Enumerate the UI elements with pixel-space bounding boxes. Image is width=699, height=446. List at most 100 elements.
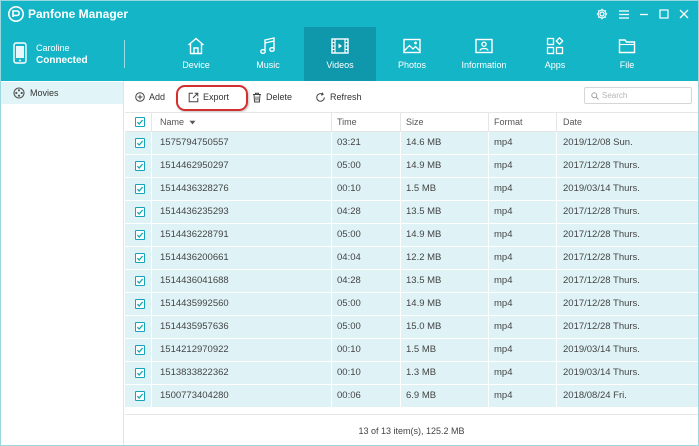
column-divider xyxy=(400,270,401,292)
tab-videos[interactable]: Videos xyxy=(304,27,376,81)
checkmark-icon xyxy=(136,278,144,284)
column-divider xyxy=(151,270,152,292)
table-row[interactable]: 1500773404280 00:06 6.9 MB mp4 2018/08/24 Fr… xyxy=(125,385,698,408)
table-row[interactable]: 1514436235293 04:28 13.5 MB mp4 2017/12/28 T… xyxy=(125,201,698,224)
checkmark-icon xyxy=(136,370,144,376)
refresh-icon xyxy=(316,91,325,102)
add-button-label: Add xyxy=(149,92,166,102)
row-checkbox[interactable] xyxy=(135,391,145,401)
cell-name: 1514462950297 xyxy=(160,160,229,171)
tab-label: Device xyxy=(182,60,210,70)
column-divider xyxy=(331,155,332,177)
row-checkbox[interactable] xyxy=(135,207,145,217)
column-divider xyxy=(331,385,332,407)
cell-size: 14.9 MB xyxy=(406,298,442,309)
row-checkbox[interactable] xyxy=(135,138,145,148)
checkmark-icon xyxy=(136,186,144,192)
header-divider xyxy=(124,40,125,68)
column-divider xyxy=(331,362,332,384)
device-info[interactable]: Caroline Connected xyxy=(1,27,124,81)
row-checkbox[interactable] xyxy=(135,253,145,263)
cell-time: 03:21 xyxy=(337,137,361,148)
phone-icon xyxy=(13,42,27,64)
tab-photos[interactable]: Photos xyxy=(376,27,448,81)
column-divider xyxy=(400,132,401,154)
maximize-button[interactable] xyxy=(655,5,673,23)
cell-format: mp4 xyxy=(494,229,513,240)
cell-time: 04:28 xyxy=(337,206,361,217)
sidebar-item-movies[interactable]: Movies xyxy=(1,82,123,104)
refresh-button-label: Refresh xyxy=(330,92,362,102)
cell-time: 04:28 xyxy=(337,275,361,286)
search-input[interactable] xyxy=(602,89,688,102)
tab-apps[interactable]: Apps xyxy=(519,27,591,81)
column-divider xyxy=(556,362,557,384)
cell-format: mp4 xyxy=(494,344,513,355)
table-row[interactable]: 1514435992560 05:00 14.9 MB mp4 2017/12/28 T… xyxy=(125,293,698,316)
item-count-summary: 13 of 13 item(s), 125.2 MB xyxy=(358,426,465,436)
table-row[interactable]: 1514462950297 05:00 14.9 MB mp4 2017/12/28 T… xyxy=(125,155,698,178)
table-row[interactable]: 1514435957636 05:00 15.0 MB mp4 2017/12/28 T… xyxy=(125,316,698,339)
table-row[interactable]: 1514436041688 04:28 13.5 MB mp4 2017/12/28 T… xyxy=(125,270,698,293)
tab-device[interactable]: Device xyxy=(160,27,232,81)
tab-file[interactable]: File xyxy=(591,27,663,81)
row-checkbox[interactable] xyxy=(135,345,145,355)
checkmark-icon xyxy=(136,255,144,261)
close-button[interactable] xyxy=(675,5,693,23)
row-checkbox[interactable] xyxy=(135,184,145,194)
gear-icon xyxy=(596,8,608,20)
cell-date: 2017/12/28 Thurs. xyxy=(563,298,640,309)
settings-button[interactable] xyxy=(593,5,611,23)
row-checkbox[interactable] xyxy=(135,368,145,378)
app-title: Panfone Manager xyxy=(28,7,129,21)
column-divider xyxy=(151,201,152,223)
sidebar: Movies xyxy=(1,81,124,445)
column-divider xyxy=(400,155,401,177)
maximize-icon xyxy=(659,9,669,19)
image-icon xyxy=(403,38,421,54)
cell-format: mp4 xyxy=(494,367,513,378)
column-divider xyxy=(331,247,332,269)
table-row[interactable]: 1514436328276 00:10 1.5 MB mp4 2019/03/14 Th… xyxy=(125,178,698,201)
export-button[interactable]: Export xyxy=(188,89,229,105)
column-header-name[interactable]: Name xyxy=(160,113,196,131)
select-all-checkbox[interactable] xyxy=(135,117,145,127)
cell-size: 1.5 MB xyxy=(406,183,437,194)
table-row[interactable]: 1514212970922 00:10 1.5 MB mp4 2019/03/14 Th… xyxy=(125,339,698,362)
column-divider xyxy=(556,201,557,223)
toolbar: Add Export Delete Refresh xyxy=(125,81,698,112)
menu-button[interactable] xyxy=(615,5,633,23)
column-divider xyxy=(556,178,557,200)
minimize-button[interactable] xyxy=(635,5,653,23)
tab-information[interactable]: Information xyxy=(448,27,520,81)
table-row[interactable]: 1514436200661 04:04 12.2 MB mp4 2017/12/28 T… xyxy=(125,247,698,270)
row-checkbox[interactable] xyxy=(135,230,145,240)
column-divider xyxy=(331,270,332,292)
column-header-time[interactable]: Time xyxy=(337,113,357,131)
add-button[interactable]: Add xyxy=(135,89,165,105)
table-row[interactable]: 1575794750557 03:21 14.6 MB mp4 2019/12/08 S… xyxy=(125,132,698,155)
cell-name: 1514436328276 xyxy=(160,183,229,194)
tab-label: File xyxy=(619,60,635,70)
row-checkbox[interactable] xyxy=(135,299,145,309)
column-header-size[interactable]: Size xyxy=(406,113,424,131)
row-checkbox[interactable] xyxy=(135,161,145,171)
row-checkbox[interactable] xyxy=(135,322,145,332)
checkmark-icon xyxy=(136,347,144,353)
refresh-button[interactable]: Refresh xyxy=(315,89,362,105)
tab-music[interactable]: Music xyxy=(232,27,304,81)
column-divider xyxy=(556,224,557,246)
column-divider xyxy=(556,270,557,292)
column-header-date[interactable]: Date xyxy=(563,113,582,131)
cell-date: 2017/12/28 Thurs. xyxy=(563,321,640,332)
cell-time: 05:00 xyxy=(337,298,361,309)
row-checkbox[interactable] xyxy=(135,276,145,286)
music-note-icon xyxy=(260,37,275,54)
column-header-format[interactable]: Format xyxy=(494,113,523,131)
cell-name: 1514436041688 xyxy=(160,275,229,286)
film-icon xyxy=(331,38,349,54)
table-row[interactable]: 1513833822362 00:10 1.3 MB mp4 2019/03/14 Th… xyxy=(125,362,698,385)
delete-button[interactable]: Delete xyxy=(252,89,292,105)
column-divider xyxy=(331,201,332,223)
table-row[interactable]: 1514436228791 05:00 14.9 MB mp4 2017/12/28 T… xyxy=(125,224,698,247)
